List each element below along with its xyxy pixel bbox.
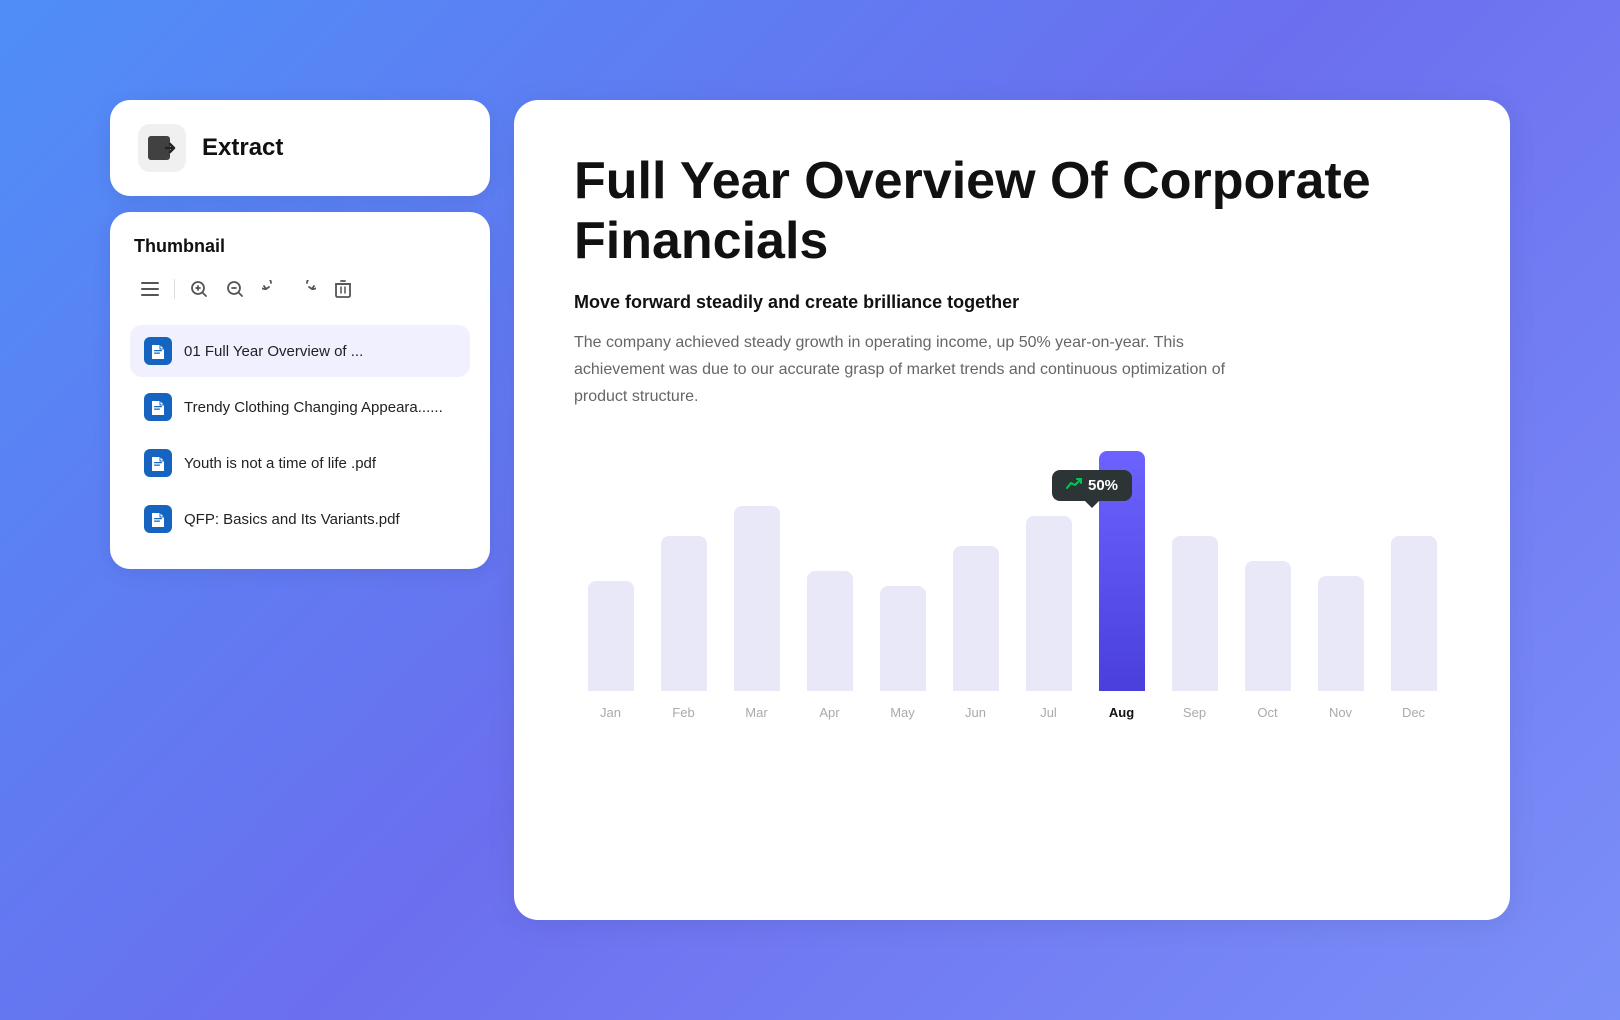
- bar-group-mar: Mar: [720, 506, 793, 720]
- bar-sep[interactable]: [1172, 536, 1218, 691]
- file-list: 01 Full Year Overview of ... Trendy Clot…: [130, 325, 470, 545]
- bar-label-apr: Apr: [819, 705, 839, 720]
- bar-label-feb: Feb: [672, 705, 694, 720]
- bar-jul[interactable]: [1026, 516, 1072, 691]
- bar-mar[interactable]: [734, 506, 780, 691]
- tooltip-value: 50%: [1088, 477, 1118, 494]
- bar-oct[interactable]: [1245, 561, 1291, 691]
- thumbnail-title: Thumbnail: [130, 236, 470, 257]
- zoom-out-icon[interactable]: [219, 273, 251, 305]
- zoom-in-icon[interactable]: [183, 273, 215, 305]
- menu-icon[interactable]: [134, 273, 166, 305]
- doc-subtitle: Move forward steadily and create brillia…: [574, 292, 1450, 313]
- bar-group-oct: Oct: [1231, 561, 1304, 720]
- bar-group-sep: Sep: [1158, 536, 1231, 720]
- main-container: Extract Thumbnail: [110, 100, 1510, 920]
- bar-label-sep: Sep: [1183, 705, 1206, 720]
- doc-body: The company achieved steady growth in op…: [574, 329, 1254, 411]
- doc-title: Full Year Overview Of Corporate Financia…: [574, 152, 1450, 272]
- bar-label-aug: Aug: [1109, 705, 1134, 720]
- undo-icon[interactable]: [255, 273, 287, 305]
- file-name-4: QFP: Basics and Its Variants.pdf: [184, 511, 400, 528]
- delete-icon[interactable]: [327, 273, 359, 305]
- bar-group-apr: Apr: [793, 571, 866, 720]
- bar-group-jul: Jul: [1012, 516, 1085, 720]
- bar-may[interactable]: [880, 586, 926, 691]
- file-item-2[interactable]: Trendy Clothing Changing Appeara......: [130, 381, 470, 433]
- bar-label-nov: Nov: [1329, 705, 1352, 720]
- bar-label-mar: Mar: [745, 705, 767, 720]
- bar-group-may: May: [866, 586, 939, 720]
- file-name-3: Youth is not a time of life .pdf: [184, 455, 376, 472]
- toolbar-divider: [174, 279, 175, 299]
- bar-dec[interactable]: [1391, 536, 1437, 691]
- file-name-2: Trendy Clothing Changing Appeara......: [184, 399, 443, 416]
- file-icon-2: [144, 393, 172, 421]
- bar-label-jan: Jan: [600, 705, 621, 720]
- chart-tooltip: 50%: [1052, 470, 1132, 501]
- trending-up-icon: [1066, 476, 1082, 495]
- bar-label-dec: Dec: [1402, 705, 1425, 720]
- file-icon-1: [144, 337, 172, 365]
- bars-area: Jan Feb Mar Apr May Jun Jul Aug Sep Oct Nov Dec: [574, 450, 1450, 720]
- thumbnail-card: Thumbnail: [110, 212, 490, 569]
- bar-label-jun: Jun: [965, 705, 986, 720]
- bar-label-jul: Jul: [1040, 705, 1057, 720]
- file-item-3[interactable]: Youth is not a time of life .pdf: [130, 437, 470, 489]
- bar-group-jan: Jan: [574, 581, 647, 720]
- bar-jan[interactable]: [588, 581, 634, 691]
- bar-apr[interactable]: [807, 571, 853, 691]
- file-item-4[interactable]: QFP: Basics and Its Variants.pdf: [130, 493, 470, 545]
- bar-label-may: May: [890, 705, 915, 720]
- bar-label-oct: Oct: [1257, 705, 1277, 720]
- file-icon-3: [144, 449, 172, 477]
- bar-feb[interactable]: [661, 536, 707, 691]
- bar-jun[interactable]: [953, 546, 999, 691]
- file-icon-4: [144, 505, 172, 533]
- extract-card[interactable]: Extract: [110, 100, 490, 196]
- bar-group-jun: Jun: [939, 546, 1012, 720]
- redo-icon[interactable]: [291, 273, 323, 305]
- left-panel: Extract Thumbnail: [110, 100, 490, 569]
- bar-group-feb: Feb: [647, 536, 720, 720]
- file-item-1[interactable]: 01 Full Year Overview of ...: [130, 325, 470, 377]
- extract-icon: [138, 124, 186, 172]
- right-panel: Full Year Overview Of Corporate Financia…: [514, 100, 1510, 920]
- extract-label: Extract: [202, 134, 283, 162]
- file-name-1: 01 Full Year Overview of ...: [184, 343, 363, 360]
- bar-group-dec: Dec: [1377, 536, 1450, 720]
- toolbar: [130, 273, 470, 305]
- bar-nov[interactable]: [1318, 576, 1364, 691]
- bar-group-nov: Nov: [1304, 576, 1377, 720]
- chart-container: 50% Jan Feb Mar Apr May Jun Jul Aug Sep Oct Nov Dec: [574, 450, 1450, 790]
